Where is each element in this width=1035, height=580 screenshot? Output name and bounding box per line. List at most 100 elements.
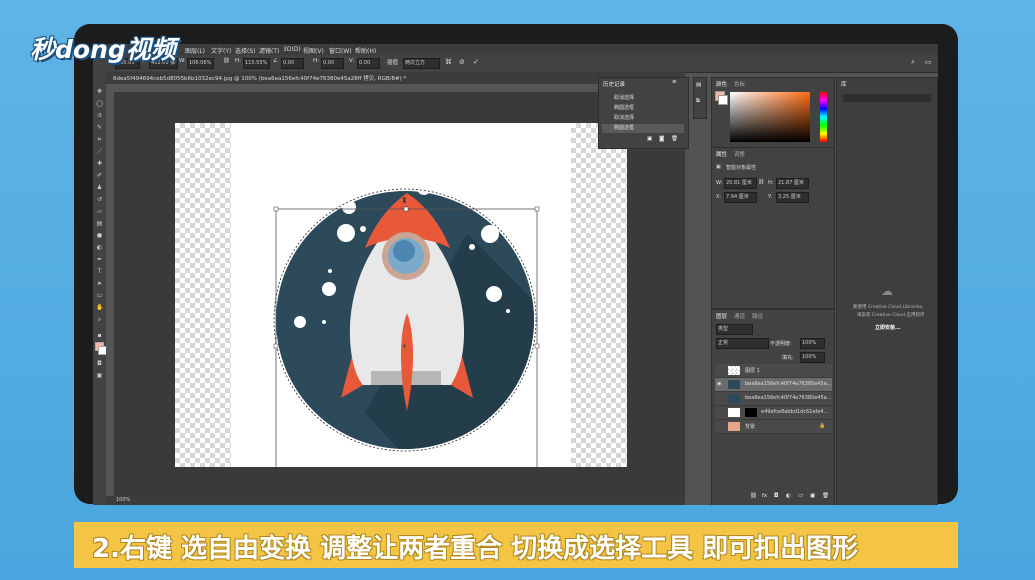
path-select-icon[interactable]: ➤ xyxy=(96,280,103,287)
svg-text:✛: ✛ xyxy=(402,343,407,350)
marquee-tool-icon[interactable]: ◯ xyxy=(96,100,103,107)
libraries-tab[interactable]: 库 xyxy=(841,80,847,88)
zoom-readout[interactable]: 100% xyxy=(116,497,130,503)
history-item-selected[interactable]: 椭圆选框 xyxy=(602,124,684,133)
layer-thumbnail xyxy=(728,394,740,403)
quick-select-icon[interactable]: ✎ xyxy=(96,124,103,131)
cancel-transform-icon[interactable]: ⊘ xyxy=(459,58,465,66)
star-dot xyxy=(417,181,431,195)
panel-menu-icon[interactable]: ≡ xyxy=(672,79,677,85)
search-icon[interactable]: ⌕ xyxy=(911,58,915,67)
group-icon[interactable]: ▭ xyxy=(798,493,803,499)
move-tool-icon[interactable]: ✥ xyxy=(96,88,103,95)
menu-window[interactable]: 窗口(W) xyxy=(329,46,352,55)
trash-icon[interactable]: 🗑 xyxy=(671,136,678,142)
color-field[interactable] xyxy=(730,92,810,142)
menu-filter[interactable]: 滤镜(T) xyxy=(259,46,279,55)
opacity-field[interactable]: 100% xyxy=(800,338,825,349)
install-now-link[interactable]: 立即安装... xyxy=(875,324,901,331)
interpolation-select[interactable]: 两次立方 xyxy=(403,58,440,69)
smart-object-icon: ▣ xyxy=(716,164,721,170)
brush-tool-icon[interactable]: ✐ xyxy=(96,172,103,179)
adjustment-layer-icon[interactable]: ◐ xyxy=(786,493,791,499)
menu-help[interactable]: 帮助(H) xyxy=(355,46,376,55)
zoom-tool-icon[interactable]: ⌕ xyxy=(96,316,103,323)
menu-type[interactable]: 文字(Y) xyxy=(211,46,231,55)
layer-row[interactable]: bea6ea156efc40f74e76380e45a... xyxy=(715,392,832,406)
shape-tool-icon[interactable]: ▭ xyxy=(96,292,103,299)
healing-brush-icon[interactable]: ✚ xyxy=(96,160,103,167)
menu-select[interactable]: 选择(S) xyxy=(235,46,256,55)
rocket-artwork: ⬍ ✛ xyxy=(273,181,540,467)
hue-slider[interactable] xyxy=(820,92,827,142)
fx-icon[interactable]: fx xyxy=(762,493,767,499)
hand-tool-icon[interactable]: ✋ xyxy=(96,304,103,311)
new-document-icon[interactable]: ▣ xyxy=(647,136,652,142)
eyedropper-icon[interactable]: ⟋ xyxy=(96,148,103,155)
workspace-icon[interactable]: ▭ xyxy=(925,58,932,66)
v-skew-field[interactable]: 0.00 xyxy=(357,58,380,69)
delete-layer-icon[interactable]: 🗑 xyxy=(822,493,829,499)
properties-panel: 属性 调整 ▣ 智能对象属性 W: 20.81 厘米 ⛓ H: 21.87 厘米… xyxy=(711,147,835,309)
layer-row[interactable]: 图层 1 xyxy=(715,364,832,378)
angle-field[interactable]: 0.00 xyxy=(281,58,304,69)
adjustments-tab[interactable]: 调整 xyxy=(734,150,745,158)
prop-y-field[interactable]: 3.25 厘米 xyxy=(776,192,809,203)
document-tab[interactable]: 6dea5f494694ceb5d8055b6b1032ec94.jpg @ 1… xyxy=(113,74,406,82)
visibility-eye-icon[interactable]: ◉ xyxy=(717,381,721,387)
document-canvas[interactable]: ⬍ ✛ xyxy=(175,123,627,467)
layer-filter-select[interactable]: 类型 xyxy=(716,324,753,335)
commit-transform-icon[interactable]: ✓ xyxy=(473,58,479,66)
layers-tab[interactable]: 图层 xyxy=(716,312,727,320)
pen-tool-icon[interactable]: ✒ xyxy=(96,256,103,263)
prop-x-field[interactable]: 7.94 厘米 xyxy=(724,192,757,203)
new-layer-icon[interactable]: ▣ xyxy=(810,493,815,499)
link-layers-icon[interactable]: ⛓ xyxy=(750,493,757,499)
history-item[interactable]: 取消选择 xyxy=(602,94,684,103)
w-field[interactable]: 106.06% xyxy=(187,58,214,69)
link-icon[interactable]: ⛓ xyxy=(223,58,230,64)
paths-tab[interactable]: 路径 xyxy=(752,312,763,320)
h-skew-field[interactable]: 0.00 xyxy=(321,58,344,69)
type-tool-icon[interactable]: T xyxy=(96,268,103,275)
properties-tab[interactable]: 属性 xyxy=(716,150,727,158)
color-panel: 颜色 色板 xyxy=(711,77,835,149)
crop-tool-icon[interactable]: ⌗ xyxy=(96,136,103,143)
stamp-tool-icon[interactable]: ♟ xyxy=(96,184,103,191)
menu-view[interactable]: 视图(V) xyxy=(303,46,324,55)
lasso-tool-icon[interactable]: ଓ xyxy=(96,112,103,119)
eraser-tool-icon[interactable]: ▱ xyxy=(96,208,103,215)
blur-tool-icon[interactable]: ● xyxy=(96,232,103,239)
prop-width-field[interactable]: 20.81 厘米 xyxy=(724,178,757,189)
history-tab[interactable]: 历史记录 xyxy=(603,80,625,88)
bg-color-chip[interactable] xyxy=(718,95,728,105)
swatches-tab[interactable]: 色板 xyxy=(734,80,745,88)
fill-field[interactable]: 100% xyxy=(800,352,825,363)
history-brush-icon[interactable]: ↺ xyxy=(96,196,103,203)
warp-icon[interactable]: ⌘ xyxy=(445,58,452,66)
caption-text: 2.右键 选自由变换 调整让两者重合 切换成选择工具 即可扣出图形 xyxy=(92,534,859,564)
mask-icon[interactable]: ◘ xyxy=(774,493,778,499)
dodge-tool-icon[interactable]: ◐ xyxy=(96,244,103,251)
menu-3d[interactable]: 3D(D) xyxy=(283,46,301,53)
quick-mask-icon[interactable]: ◘ xyxy=(96,360,103,367)
channels-tab[interactable]: 通道 xyxy=(734,312,745,320)
gradient-tool-icon[interactable]: ▤ xyxy=(96,220,103,227)
camera-icon[interactable]: ◙ xyxy=(659,136,664,142)
history-item[interactable]: 取消选择 xyxy=(602,114,684,123)
default-colors-icon[interactable]: ▪ xyxy=(96,332,103,339)
link-icon[interactable]: ⛓ xyxy=(758,179,764,185)
library-search[interactable] xyxy=(843,94,931,102)
blend-mode-select[interactable]: 正常 xyxy=(716,338,769,349)
history-panel-icon[interactable]: ▤ xyxy=(696,82,701,88)
layer-row[interactable]: e49efce8abbd1dc61efe4... xyxy=(715,406,832,420)
layer-row-selected[interactable]: ◉ bea6ea156efc40f74e76380e45a... xyxy=(715,378,832,392)
properties-panel-icon[interactable]: ⧉ xyxy=(696,98,700,105)
history-item[interactable]: 椭圆选框 xyxy=(602,104,684,113)
menu-layer[interactable]: 图层(L) xyxy=(185,46,205,55)
prop-height-field[interactable]: 21.87 厘米 xyxy=(776,178,809,189)
layer-row[interactable]: 背景 🔒 xyxy=(715,420,832,434)
h-field[interactable]: 115.55% xyxy=(243,58,270,69)
color-tab[interactable]: 颜色 xyxy=(716,80,727,88)
screen-mode-icon[interactable]: ▣ xyxy=(96,372,103,379)
